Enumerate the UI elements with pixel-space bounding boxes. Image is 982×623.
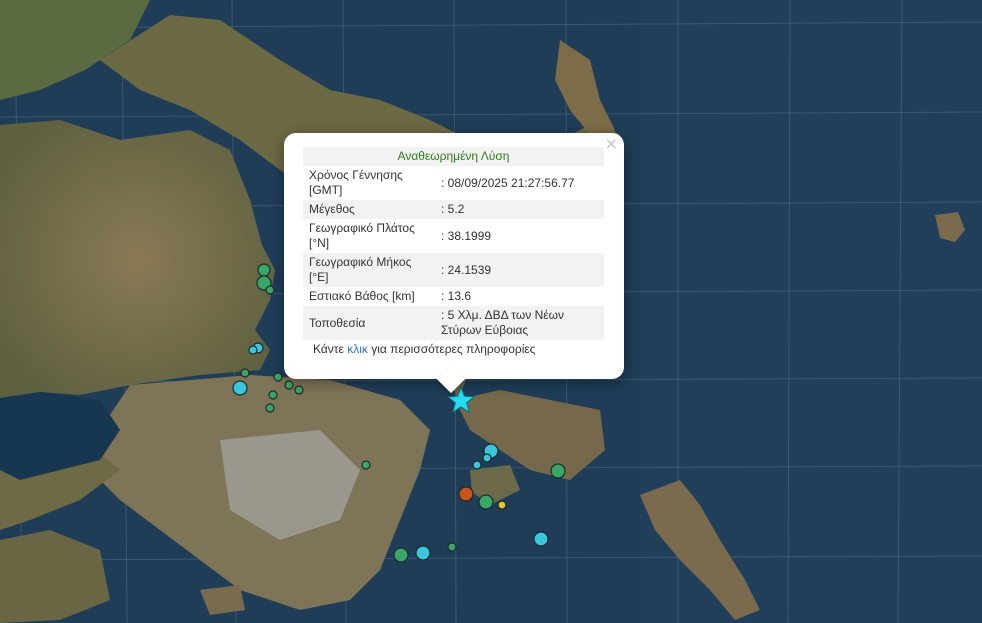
row-label: Μέγεθος [303,200,437,219]
table-row: Γεωγραφικό Πλάτος [°N] : 38.1999 [303,219,604,253]
row-value: : 24.1539 [437,253,604,287]
popup-title: Αναθεωρημένη Λύση [303,147,604,166]
table-row: Χρόνος Γέννησης [GMT] : 08/09/2025 21:27… [303,166,604,200]
more-info-link[interactable]: κλικ [347,342,368,356]
quake-marker[interactable] [482,453,492,463]
quake-marker[interactable] [533,531,549,547]
quake-marker[interactable] [458,486,474,502]
more-info-suffix: για περισσότερες πληροφορίες [367,342,536,356]
quake-marker[interactable] [550,463,566,479]
row-value: : 08/09/2025 21:27:56.77 [441,175,575,190]
quake-marker[interactable] [447,542,457,552]
row-label: Χρόνος Γέννησης [GMT] [309,168,403,197]
row-value: : 38.1999 [441,228,492,243]
row-label: Εστιακό Βάθος [km] [309,289,415,303]
row-label: Τοποθεσία [303,306,437,340]
quake-marker[interactable] [268,390,278,400]
earthquake-info-table: Αναθεωρημένη Λύση Χρόνος Γέννησης [GMT] … [303,147,604,340]
quake-marker[interactable] [232,380,248,396]
table-row: Τοποθεσία : 5 Χλμ. ΔΒΔ των Νέων Στύρων Ε… [303,306,604,340]
quake-marker[interactable] [257,263,271,277]
close-icon[interactable]: × [605,136,618,152]
quake-marker[interactable] [273,372,283,382]
more-info-prefix: Κάντε [313,342,348,356]
table-row: Εστιακό Βάθος [km] : 13.6 [303,287,604,306]
quake-marker[interactable] [265,403,275,413]
quake-marker[interactable] [240,368,250,378]
row-value: : 5.2 [437,200,604,219]
quake-marker[interactable] [393,547,409,563]
quake-marker[interactable] [294,385,304,395]
quake-marker[interactable] [415,545,431,561]
quake-marker[interactable] [497,500,507,510]
earthquake-info-popup: × Αναθεωρημένη Λύση Χρόνος Γέννησης [GMT… [284,133,624,394]
row-label: Γεωγραφικό Μήκος [°E] [303,253,437,287]
quake-marker[interactable] [361,460,371,470]
quake-marker[interactable] [284,380,294,390]
row-label: Γεωγραφικό Πλάτος [°N] [309,221,415,250]
table-row: Αναθεωρημένη Λύση [303,147,604,166]
quake-marker[interactable] [472,460,482,470]
more-info-line: Κάντε κλικ για περισσότερες πληροφορίες [303,342,604,356]
quake-marker[interactable] [248,345,258,355]
quake-marker[interactable] [265,285,275,295]
quake-marker[interactable] [478,494,494,510]
row-value: : 13.6 [441,289,472,303]
row-value: : 5 Χλμ. ΔΒΔ των Νέων Στύρων Εύβοιας [437,306,604,340]
table-row: Γεωγραφικό Μήκος [°E] : 24.1539 [303,253,604,287]
table-row: Μέγεθος : 5.2 [303,200,604,219]
